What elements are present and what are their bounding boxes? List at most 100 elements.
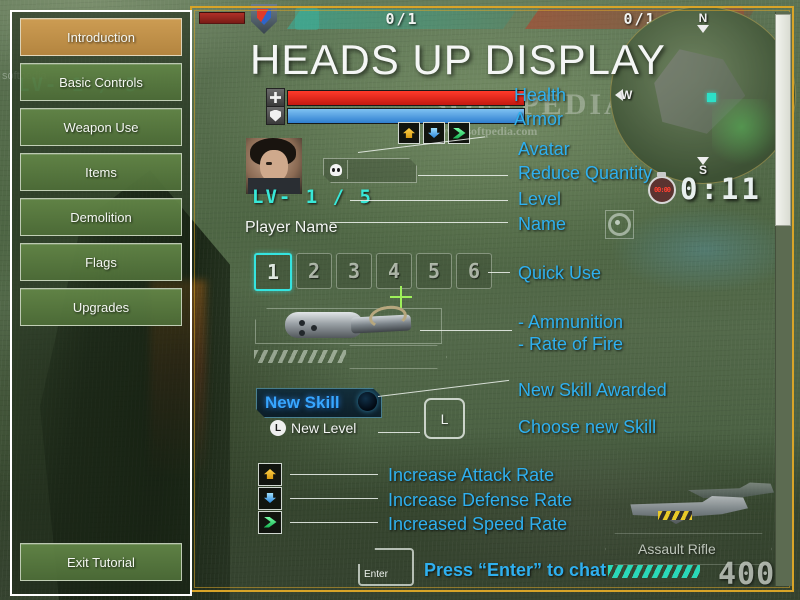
callout-increase-speed: Increased Speed Rate: [388, 514, 568, 534]
callout-new-skill-awarded: New Skill Awarded: [518, 380, 667, 400]
quick-slot-3[interactable]: 3: [336, 253, 372, 289]
exit-tutorial-button[interactable]: Exit Tutorial: [20, 543, 182, 581]
health-cross-icon: [266, 88, 285, 107]
objective-target-icon: [605, 210, 634, 239]
weapon-hud-ammo-bar: [608, 565, 700, 578]
weapon-port-1: [299, 320, 305, 326]
callout-increase-attack: Increase Attack Rate: [388, 465, 555, 485]
weapon-hud: Assault Rifle 400: [600, 482, 798, 595]
quick-slot-4-label: 4: [387, 259, 401, 283]
attack-rate-badge-icon: [258, 462, 282, 486]
leader-line-quickuse: [488, 272, 510, 273]
callout-ammunition: - Ammunition: [518, 312, 624, 332]
defense-rate-row: [258, 486, 282, 510]
callout-health: Health: [514, 85, 567, 105]
weapon-model: [285, 303, 415, 346]
health-bar-track: [287, 89, 525, 106]
minimap-north-label: N: [698, 11, 708, 25]
sidebar-item-flags[interactable]: Flags: [20, 243, 182, 281]
health-bar-row: [266, 88, 525, 107]
quick-slot-5[interactable]: 5: [416, 253, 452, 289]
level-value: LV- 1 / 5: [252, 186, 373, 208]
skull-icon: [325, 160, 348, 179]
weapon-hud-stripe: [658, 511, 692, 520]
game-tutorial-screen: SOFTPEDIA www.softpedia.com softpedia 0/…: [0, 0, 800, 600]
callout-avatar: Avatar: [518, 139, 570, 159]
minimap[interactable]: N S W: [610, 6, 796, 184]
health-bar-fill: [288, 90, 524, 105]
new-level-hint: L New Level: [270, 420, 356, 436]
callout-increase-defense: Increase Defense Rate: [388, 490, 573, 510]
chat-hint: Press “Enter” to chat: [424, 560, 607, 580]
quick-slot-2[interactable]: 2: [296, 253, 332, 289]
leader-line-level: [350, 200, 508, 201]
sidebar-item-introduction-label: Introduction: [67, 29, 135, 45]
player-name: Player Name: [245, 219, 338, 236]
leader-line-name: [330, 222, 508, 223]
minimap-west-label: W: [621, 88, 633, 102]
callout-level: Level: [518, 189, 562, 209]
quick-slot-3-label: 3: [347, 259, 361, 283]
leader-line-quantity: [418, 175, 508, 176]
attack-up-badge-icon[interactable]: [398, 122, 420, 144]
team-teal-score: 0/1: [287, 9, 517, 29]
tutorial-sidebar: LV- 1 / 5 Introduction Basic Controls We…: [10, 10, 192, 596]
rate-badge-list: [258, 462, 282, 534]
sidebar-item-weapon-use-label: Weapon Use: [63, 119, 139, 135]
rate-of-fire-frame: [340, 345, 447, 369]
sidebar-item-basic-controls[interactable]: Basic Controls: [20, 63, 182, 101]
quick-use-slots: 1 2 3 4 5 6: [254, 253, 492, 291]
callout-name: Name: [518, 214, 567, 234]
leader-line-attack: [290, 474, 378, 475]
armor-bar-fill: [288, 108, 524, 123]
weapon-hud-ammo-value: 400: [718, 557, 776, 592]
quick-slot-6[interactable]: 6: [456, 253, 492, 289]
leader-line-speed: [290, 522, 378, 523]
callout-reduce-quantity: Reduce Quantity: [518, 163, 653, 183]
new-level-label: New Level: [291, 420, 357, 436]
sidebar-item-flags-label: Flags: [85, 254, 117, 270]
water-haze-decoration: [600, 190, 800, 310]
exit-tutorial-label: Exit Tutorial: [67, 554, 135, 570]
callout-rate-of-fire: - Rate of Fire: [518, 334, 624, 354]
choose-skill-key: L: [424, 398, 465, 439]
bomb-timer-icon: 00:00: [648, 172, 676, 204]
sidebar-item-upgrades-label: Upgrades: [72, 299, 130, 315]
minimap-north-arrow-icon: [697, 25, 709, 33]
weapon-port-2: [299, 330, 305, 336]
leader-line-ammo: [420, 330, 512, 331]
scrollbar-thumb[interactable]: [775, 14, 791, 226]
new-skill-orb-icon[interactable]: [358, 392, 377, 411]
defense-rate-badge-icon: [258, 486, 282, 510]
ammo-hatch-bar: [254, 350, 346, 363]
leader-line-chooseskill: [378, 432, 420, 433]
sidebar-item-upgrades[interactable]: Upgrades: [20, 288, 182, 326]
quick-slot-1-label: 1: [266, 260, 280, 284]
avatar-eye: [266, 162, 272, 165]
tutorial-sidebar-inner: Introduction Basic Controls Weapon Use I…: [12, 12, 190, 594]
quick-slot-1[interactable]: 1: [254, 253, 292, 291]
leader-line-defense: [290, 498, 378, 499]
speed-rate-row: [258, 510, 282, 534]
match-timer: 0:11: [680, 172, 762, 206]
new-skill-label: New Skill: [265, 393, 340, 412]
quick-slot-4[interactable]: 4: [376, 253, 412, 289]
quick-slot-5-label: 5: [427, 259, 441, 283]
stat-badge-row: [398, 122, 470, 144]
sidebar-item-basic-controls-label: Basic Controls: [59, 74, 143, 90]
speed-rate-badge-icon: [258, 510, 282, 534]
callout-armor: Armor: [514, 109, 563, 129]
sidebar-item-introduction[interactable]: Introduction: [20, 18, 182, 56]
minimap-player-marker: [706, 93, 716, 103]
quick-slot-2-label: 2: [307, 259, 321, 283]
weapon-hud-name: Assault Rifle: [638, 541, 716, 557]
sidebar-item-demolition[interactable]: Demolition: [20, 198, 182, 236]
callout-choose-new-skill: Choose new Skill: [518, 417, 657, 437]
sidebar-item-items-label: Items: [85, 164, 117, 180]
sidebar-item-items[interactable]: Items: [20, 153, 182, 191]
enter-key-label: Enter: [364, 569, 388, 580]
sidebar-item-weapon-use[interactable]: Weapon Use: [20, 108, 182, 146]
team-crest-icon: [251, 4, 277, 34]
callout-quick-use: Quick Use: [518, 263, 602, 283]
